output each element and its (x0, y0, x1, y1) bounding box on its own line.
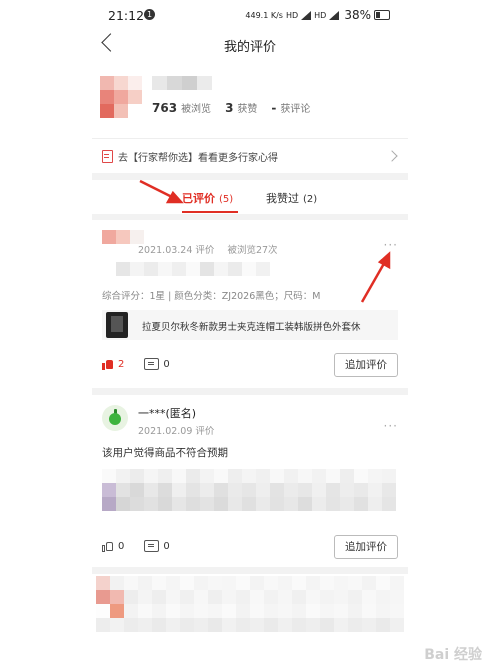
like-count: 2 (118, 358, 125, 370)
add-review-button[interactable]: 追加评价 (334, 353, 398, 377)
hd-label-1: HD (285, 10, 299, 20)
review-views: 被浏览27次 (227, 245, 278, 256)
document-icon (102, 150, 113, 163)
more-options-icon[interactable]: ··· (384, 238, 398, 252)
status-time: 21:12 (108, 8, 145, 23)
battery-icon (374, 10, 390, 20)
blurred-content (96, 576, 404, 632)
views-count: 763 (152, 101, 178, 115)
signal-icon-2 (329, 10, 340, 20)
review-details: 综合评分：1星 | 颜色分类：ZJ2026黑色；尺码：M (102, 291, 321, 302)
views-label: 被浏览 (181, 104, 212, 115)
review-actions: 2 0 (102, 358, 170, 370)
signal-icon (301, 10, 312, 20)
review-meta: 2021.02.09 评价 (138, 423, 224, 437)
review-text-blurred (102, 262, 270, 276)
hd-label-2: HD (314, 10, 327, 20)
username-blurred (152, 76, 212, 90)
comment-count: 0 (163, 358, 170, 370)
expert-tip-text: 去【行家帮你选】看看更多行家心得 (118, 153, 278, 164)
comment-count: 0 (163, 540, 170, 552)
profile-section: 763 被浏览 3 获赞 - 获评论 (92, 60, 408, 138)
review-meta: 2021.03.24 评价 被浏览27次 (138, 242, 288, 256)
active-tab-indicator (182, 211, 238, 213)
phone-screen: 21:12 1 449.1 K/s HD HD 38% 我的评价 763 被浏览… (92, 0, 408, 668)
product-title: 拉夏贝尔秋冬新款男士夹克连帽工装韩版拼色外套休 (142, 322, 361, 333)
product-row[interactable]: 拉夏贝尔秋冬新款男士夹克连帽工装韩版拼色外套休 (102, 310, 398, 340)
comments-label: 获评论 (280, 104, 311, 115)
tab-reviewed-label: 已评价 (182, 192, 215, 205)
avatar (100, 76, 142, 118)
reviewer-name: 一***(匿名) (138, 407, 197, 420)
battery-percent: 38% (344, 8, 371, 22)
review-date: 2021.02.09 评价 (138, 426, 215, 437)
status-icons: 449.1 K/s HD HD 38% (245, 8, 390, 22)
comment-icon[interactable] (144, 540, 160, 552)
add-review-button[interactable]: 追加评价 (334, 535, 398, 559)
chevron-right-icon (386, 150, 398, 162)
review-text: 该用户觉得商品不符合预期 (102, 447, 228, 459)
status-bar: 21:12 1 449.1 K/s HD HD 38% (92, 0, 408, 30)
review-card: 2021.03.24 评价 被浏览27次 ··· 综合评分：1星 | 颜色分类：… (92, 220, 408, 388)
title-bar: 我的评价 (92, 30, 408, 60)
thumbs-up-icon[interactable] (102, 359, 114, 370)
watermark: Bai 经验 (424, 647, 482, 663)
apple-avatar-icon (102, 405, 128, 431)
tab-liked[interactable]: 我赞过 (2) (266, 190, 317, 206)
tab-reviewed[interactable]: 已评价 (5) (182, 190, 233, 206)
tab-liked-count: (2) (303, 194, 318, 205)
review-actions: 0 0 (102, 540, 170, 552)
review-tabs: 已评价 (5) 我赞过 (2) (92, 180, 408, 214)
profile-stats: 763 被浏览 3 获赞 - 获评论 (152, 100, 324, 115)
tab-reviewed-count: (5) (219, 194, 234, 205)
review-card: 一***(匿名) 2021.02.09 评价 ··· 该用户觉得商品不符合预期 … (92, 395, 408, 567)
review-card-blurred (92, 574, 408, 668)
product-thumbnail (106, 312, 128, 338)
page-title: 我的评价 (223, 40, 276, 55)
comments-count: - (271, 101, 277, 115)
review-date: 2021.03.24 评价 (138, 245, 215, 256)
review-images-blurred (102, 469, 396, 511)
comment-icon[interactable] (144, 358, 160, 370)
likes-label: 获赞 (237, 104, 258, 115)
expert-tip-row[interactable]: 去【行家帮你选】看看更多行家心得 (92, 138, 408, 173)
notification-badge: 1 (144, 9, 155, 20)
like-count: 0 (118, 540, 125, 552)
network-speed: 449.1 K/s (245, 10, 283, 20)
tab-liked-label: 我赞过 (266, 192, 299, 205)
thumbs-up-icon[interactable] (102, 541, 114, 552)
likes-count: 3 (225, 101, 234, 115)
more-options-icon[interactable]: ··· (384, 419, 398, 433)
